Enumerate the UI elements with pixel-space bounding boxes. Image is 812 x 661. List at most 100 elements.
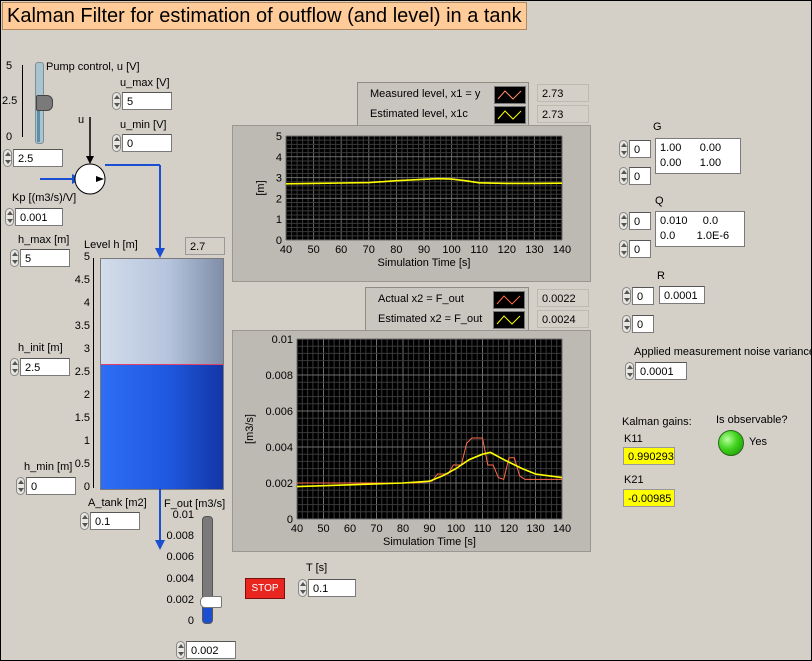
r-index-row-spinner[interactable] [622,287,631,305]
g-matrix[interactable]: 1.00 0.00 0.00 1.00 [655,138,741,174]
g-index-col[interactable]: 0 [629,167,651,185]
h-init-label: h_init [m] [18,342,63,354]
fout-field[interactable]: 0.002 [186,641,236,659]
r-label: R [657,270,665,282]
fout-slider-track [202,516,213,624]
r-index-col[interactable]: 0 [632,315,654,333]
h-min-spinner[interactable] [16,477,25,495]
level-chart-x-tick: 80 [390,244,402,256]
tank-scale-tick: 0.5 [74,458,90,470]
fout-scale-tick: 0 [187,615,194,627]
k21-value: -0.00985 [623,489,675,507]
observable-label: Is observable? [716,414,788,426]
tank-level-value: 2.7 [185,237,225,255]
actual-outflow-value: 0.0022 [537,289,589,307]
legend-actual-swatch [493,291,525,309]
fout-spinner[interactable] [176,641,185,659]
outflow-chart-y-tick: 0.006 [265,406,293,418]
noise-variance-field[interactable]: 0.0001 [635,362,687,380]
stop-button[interactable]: STOP [245,578,285,599]
h-init-spinner[interactable] [10,358,19,376]
level-chart-x-tick: 70 [363,244,375,256]
g-matrix-row1: 1.00 0.00 [660,142,722,154]
r-index-row[interactable]: 0 [632,287,654,305]
level-chart-y-label: [m] [255,180,267,195]
level-chart-panel: 40 50 60 70 80 90 100 110 120 130 140 5 4 3 2 1 0 Simulat… [232,125,591,282]
level-chart-y-tick: 1 [276,214,282,226]
level-chart-y-tick: 3 [276,173,282,185]
estimated-outflow-value: 0.0024 [537,310,589,328]
outflow-chart-x-tick: 120 [500,523,518,535]
level-chart-y-tick: 2 [276,193,282,205]
outflow-chart-x-label: Simulation Time [s] [383,536,476,548]
a-tank-field[interactable]: 0.1 [90,512,140,530]
outflow-chart-y-tick: 0.01 [272,334,293,346]
legend-estimated-level: Estimated level, x1c [370,108,468,120]
outflow-chart-x-tick: 50 [317,523,329,535]
h-max-label: h_max [m] [18,234,70,246]
q-index-row[interactable]: 0 [629,212,651,230]
level-chart-x-tick: 50 [307,244,319,256]
outflow-chart-x-tick: 140 [553,523,571,535]
outflow-chart-x-tick: 90 [423,523,435,535]
fout-scale-tick: 0.004 [166,572,194,585]
r-index-col-spinner[interactable] [622,315,631,333]
outflow-chart-x-tick: 100 [447,523,465,535]
k11-value: 0.990293 [623,447,675,465]
a-tank-label: A_tank [m2] [88,497,147,509]
q-index-col[interactable]: 0 [629,240,651,258]
outflow-chart-x-tick: 110 [474,523,492,535]
q-index-col-spinner[interactable] [619,240,628,258]
level-chart-x-tick: 140 [553,244,571,256]
u-max-spinner[interactable] [112,92,121,110]
t-label: T [s] [306,562,328,574]
tank-fluid [101,363,223,489]
pump-slider-thumb[interactable] [36,95,53,111]
level-chart-x-tick: 60 [335,244,347,256]
tank-scale-tick: 2 [83,389,90,401]
level-chart-y-tick: 5 [276,131,282,143]
fout-scale-tick: 0.002 [166,593,194,606]
noise-variance-spinner[interactable] [625,362,634,380]
q-matrix[interactable]: 0.010 0.0 0.0 1.0E-6 [655,211,745,247]
t-spinner[interactable] [298,579,307,597]
tank-scale-tick: 4.5 [74,274,90,286]
tank-scale-axis [93,258,94,488]
k21-label: K21 [624,474,644,486]
legend-estimated-outflow: Estimated x2 = F_out [378,313,483,325]
h-max-spinner[interactable] [10,249,19,267]
tank-scale-tick: 2.5 [74,366,90,378]
t-field[interactable]: 0.1 [308,579,356,597]
level-chart-x-label: Simulation Time [s] [378,257,471,269]
g-label: G [653,121,662,133]
outflow-chart-x-tick: 130 [526,523,544,535]
level-chart-x-tick: 120 [498,244,516,256]
tank-scale-tick: 0 [83,481,90,493]
legend-estimated-swatch [494,106,526,124]
kp-spinner[interactable] [5,208,14,226]
measured-level-value: 2.73 [537,84,589,102]
tank-scale: 5 4.5 4 3.5 3 2.5 2 1.5 1 0.5 0 [62,251,96,493]
q-index-row-spinner[interactable] [619,212,628,230]
outflow-chart-x-tick: 70 [370,523,382,535]
outflow-chart: 40 50 60 70 80 90 100 110 120 130 1400.010.0080.00… [244,334,571,548]
outflow-chart-y-tick: 0.002 [265,478,293,490]
level-chart: 40 50 60 70 80 90 100 110 120 130 140543210Simulat… [255,131,571,269]
level-chart-x-tick: 90 [418,244,430,256]
kp-field[interactable]: 0.001 [15,208,63,226]
fout-scale-tick: 0.006 [166,551,194,564]
g-index-row-spinner[interactable] [619,140,628,158]
fout-scale-tick: 0.01 [172,509,194,521]
g-index-col-spinner[interactable] [619,167,628,185]
r-matrix[interactable]: 0.0001 [659,286,705,304]
a-tank-spinner[interactable] [80,512,89,530]
pump-control-label: Pump control, u [V] [46,61,140,73]
legend-measured-level: Measured level, x1 = y [370,88,481,100]
outflow-chart-y-tick: 0.008 [265,370,293,382]
kalman-gains-label: Kalman gains: [622,416,692,428]
g-matrix-row2: 0.00 1.00 [660,157,722,169]
kp-label: Kp [(m3/s)/V] [12,192,77,204]
u-max-field[interactable]: 5 [122,92,172,110]
fout-scale-tick: 0.008 [166,530,194,543]
g-index-row[interactable]: 0 [629,140,651,158]
